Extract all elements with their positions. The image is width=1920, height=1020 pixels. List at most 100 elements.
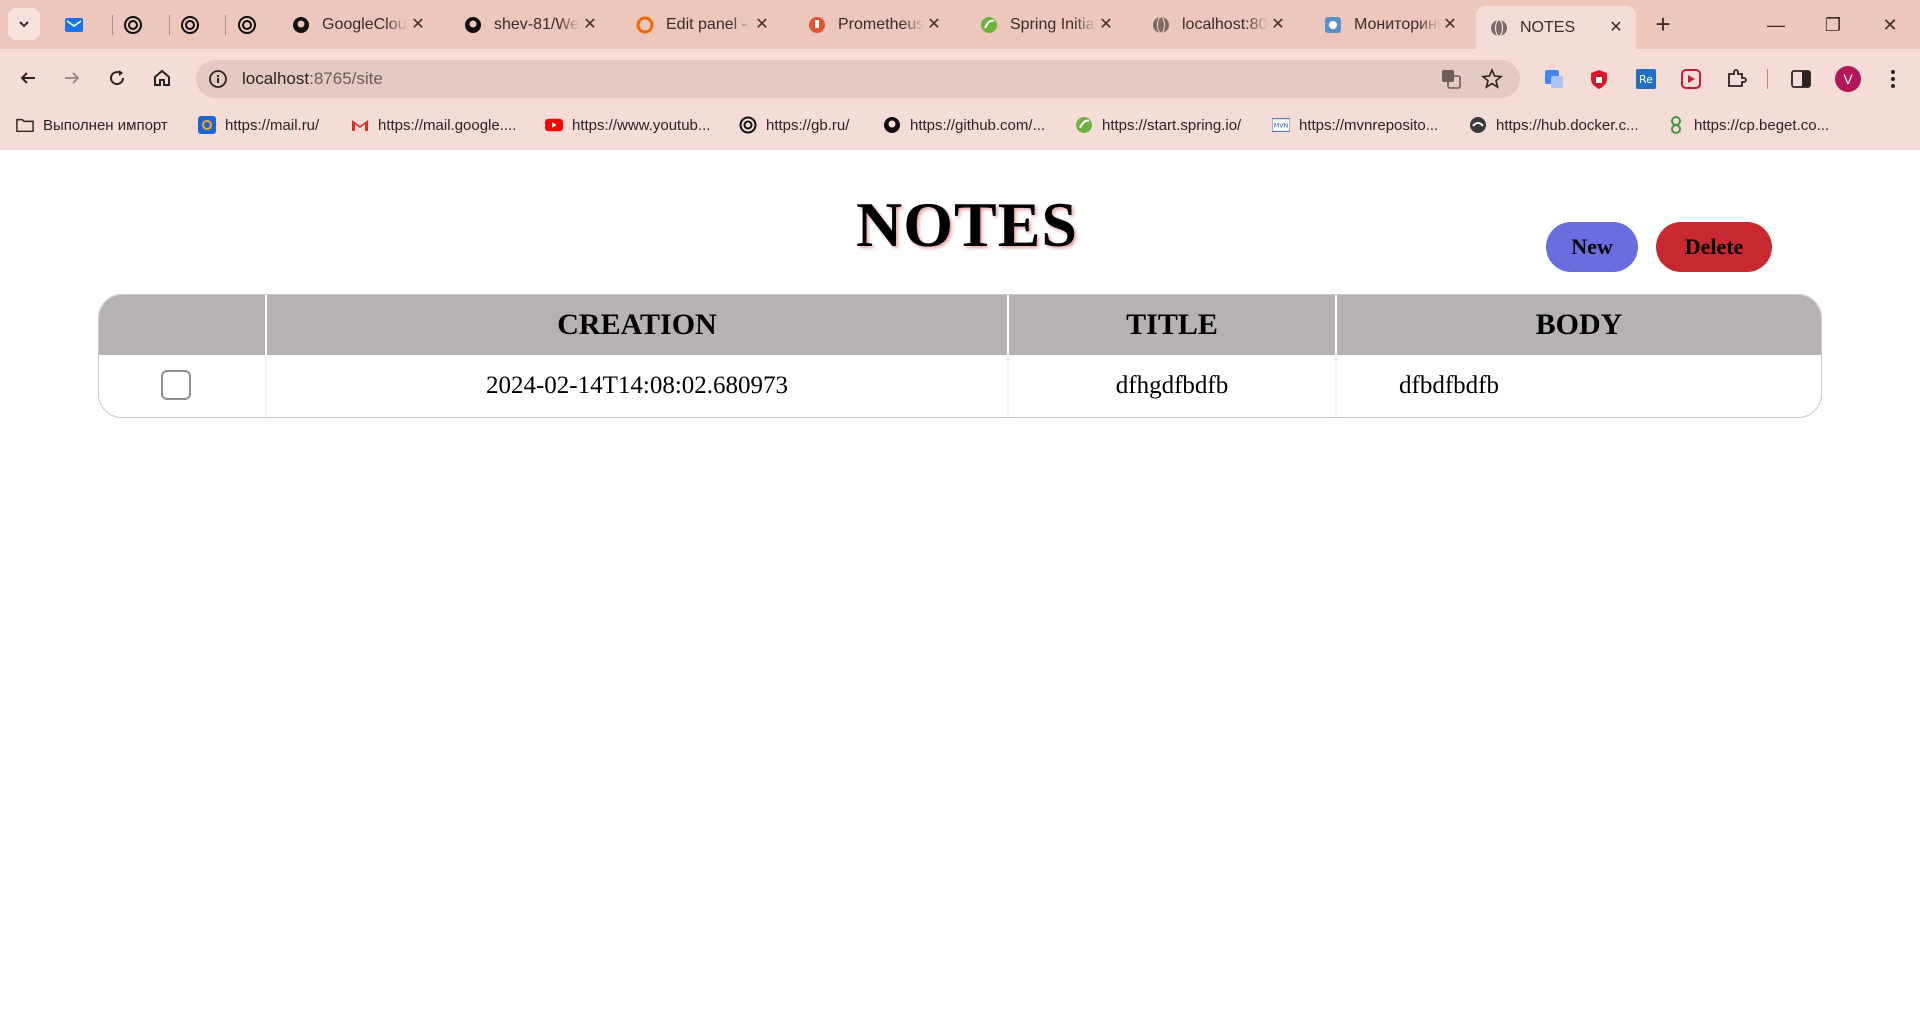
tab-label: GoogleCloud bbox=[322, 16, 408, 33]
bookmarks-bar: Выполнен импорт https://mail.ru/ https:/… bbox=[0, 106, 1920, 242]
restore-button[interactable]: ❐ bbox=[1813, 8, 1853, 42]
folder-icon bbox=[16, 116, 34, 134]
tab-label: Мониторинг bbox=[1354, 16, 1440, 33]
header-body: BODY bbox=[1535, 308, 1623, 341]
tab-label: shev-81/WebLink bbox=[494, 16, 580, 33]
bookmark-imported-folder[interactable]: Выполнен импорт bbox=[16, 106, 168, 144]
bookmark-gmail[interactable]: https://mail.google.... bbox=[351, 106, 516, 144]
shield-extension-icon[interactable] bbox=[1586, 66, 1612, 92]
tab-label: Edit panel - Grafana bbox=[666, 16, 752, 33]
tab-label: NOTES bbox=[1520, 18, 1576, 36]
mail-icon bbox=[65, 18, 83, 32]
close-icon[interactable]: ✕ bbox=[1440, 15, 1460, 35]
translate-icon[interactable] bbox=[1439, 67, 1463, 91]
bookmark-label: https://mail.ru/ bbox=[225, 116, 320, 134]
tab-grafana[interactable]: Edit panel - Grafana ✕ bbox=[622, 8, 782, 42]
bookmark-mailru[interactable]: https://mail.ru/ bbox=[198, 106, 319, 144]
toolbar-separator bbox=[1767, 69, 1768, 89]
bookmark-spring[interactable]: https://start.spring.io/ bbox=[1075, 106, 1241, 144]
tab-googlecloud[interactable]: GoogleCloud ✕ bbox=[278, 8, 438, 42]
window-close-button[interactable]: ✕ bbox=[1870, 8, 1910, 42]
spring-icon bbox=[980, 16, 998, 34]
close-icon[interactable]: ✕ bbox=[580, 15, 600, 35]
tab-label: Prometheus bbox=[838, 16, 924, 33]
bookmark-label: https://mail.google.... bbox=[378, 116, 517, 134]
address-bar[interactable]: localhost:8765/site bbox=[196, 60, 1520, 98]
pinned-tab-mail[interactable] bbox=[58, 8, 90, 42]
beget-icon bbox=[1667, 116, 1685, 134]
openai-icon bbox=[238, 16, 256, 34]
bookmark-youtube[interactable]: https://www.youtub... bbox=[545, 106, 710, 144]
close-icon[interactable]: ✕ bbox=[924, 15, 944, 35]
forward-button[interactable] bbox=[55, 61, 89, 95]
minimize-button[interactable]: — bbox=[1756, 8, 1796, 42]
tab-search-button[interactable] bbox=[8, 8, 40, 40]
arrow-left-icon bbox=[20, 72, 35, 84]
home-button[interactable] bbox=[145, 61, 179, 95]
bookmark-github[interactable]: https://github.com/... bbox=[883, 106, 1045, 144]
video-extension-icon[interactable] bbox=[1678, 66, 1704, 92]
tab-spring[interactable]: Spring Initializr ✕ bbox=[966, 8, 1126, 42]
bookmark-label: https://hub.docker.c... bbox=[1496, 116, 1639, 134]
tab-localhost-8080[interactable]: localhost:8080 ✕ bbox=[1138, 8, 1298, 42]
reverso-extension-icon[interactable]: Re bbox=[1633, 66, 1659, 92]
delete-note-button[interactable]: Delete bbox=[1656, 222, 1772, 272]
bookmark-beget[interactable]: https://cp.beget.co... bbox=[1667, 106, 1829, 144]
header-title: TITLE bbox=[1009, 295, 1337, 355]
close-icon[interactable]: ✕ bbox=[1606, 18, 1626, 38]
url-text[interactable]: localhost:8765/site bbox=[242, 60, 383, 98]
profile-avatar[interactable]: V bbox=[1835, 66, 1861, 92]
tab-notes-active[interactable]: NOTES ✕ bbox=[1476, 6, 1636, 49]
pinned-tab-openai-1[interactable] bbox=[117, 8, 149, 42]
pinned-tab-openai-2[interactable] bbox=[174, 8, 206, 42]
google-translate-extension-icon[interactable] bbox=[1541, 66, 1567, 92]
extensions-puzzle-icon[interactable] bbox=[1723, 66, 1749, 92]
openai-icon bbox=[124, 16, 142, 34]
bookmark-label: https://start.spring.io/ bbox=[1102, 116, 1242, 134]
tab-shev-81[interactable]: shev-81/WebLink ✕ bbox=[450, 8, 610, 42]
grafana-icon bbox=[636, 16, 654, 34]
site-info-icon[interactable] bbox=[206, 67, 230, 91]
tab-prometheus[interactable]: Prometheus ✕ bbox=[794, 8, 954, 42]
close-icon[interactable]: ✕ bbox=[1268, 15, 1288, 35]
pinned-tab-openai-3[interactable] bbox=[231, 8, 263, 42]
openai-icon bbox=[181, 16, 199, 34]
openai-icon bbox=[739, 116, 757, 134]
bookmark-label: https://cp.beget.co... bbox=[1694, 116, 1830, 134]
arrow-right-icon bbox=[65, 72, 80, 84]
monitoring-icon bbox=[1324, 16, 1342, 34]
close-icon[interactable]: ✕ bbox=[1096, 15, 1116, 35]
mailru-icon bbox=[198, 116, 216, 134]
header-select bbox=[99, 295, 267, 355]
new-tab-button[interactable]: + bbox=[1648, 10, 1678, 40]
notes-page: NOTES New Delete CREATION TITLE BODY 202… bbox=[0, 150, 1920, 1020]
github-icon bbox=[464, 16, 482, 34]
table-row[interactable]: 2024-02-14T14:08:02.680973 dfhgdfbdfb df… bbox=[99, 355, 1821, 417]
github-icon bbox=[883, 116, 901, 134]
tab-monitoring[interactable]: Мониторинг ✕ bbox=[1310, 8, 1470, 42]
row-checkbox[interactable] bbox=[161, 370, 191, 400]
side-panel-icon[interactable] bbox=[1788, 66, 1814, 92]
cell-creation: 2024-02-14T14:08:02.680973 bbox=[267, 355, 1009, 417]
tab-label: localhost:8080 bbox=[1182, 16, 1268, 33]
bookmark-mvnrepository[interactable]: MVN https://mvnreposito... bbox=[1272, 106, 1438, 144]
home-icon bbox=[154, 69, 170, 86]
cell-title: dfhgdfbdfb bbox=[1009, 355, 1337, 417]
bookmark-star-icon[interactable] bbox=[1480, 67, 1504, 91]
bookmark-label: https://gb.ru/ bbox=[766, 116, 850, 134]
close-icon[interactable]: ✕ bbox=[752, 15, 772, 35]
bookmark-label: https://github.com/... bbox=[910, 116, 1046, 134]
back-button[interactable] bbox=[11, 61, 45, 95]
reload-button[interactable] bbox=[100, 61, 134, 95]
bookmark-docker-hub[interactable]: https://hub.docker.c... bbox=[1469, 106, 1639, 144]
svg-text:MVN: MVN bbox=[1274, 123, 1289, 130]
tab-separator bbox=[169, 15, 170, 35]
new-note-button[interactable]: New bbox=[1546, 222, 1638, 272]
reload-icon bbox=[110, 70, 125, 86]
mvn-icon: MVN bbox=[1272, 116, 1290, 134]
close-icon[interactable]: ✕ bbox=[408, 15, 428, 35]
more-menu-icon[interactable] bbox=[1880, 66, 1906, 92]
row-select-cell bbox=[99, 355, 267, 417]
bookmark-gb[interactable]: https://gb.ru/ bbox=[739, 106, 849, 144]
youtube-icon bbox=[545, 116, 563, 134]
